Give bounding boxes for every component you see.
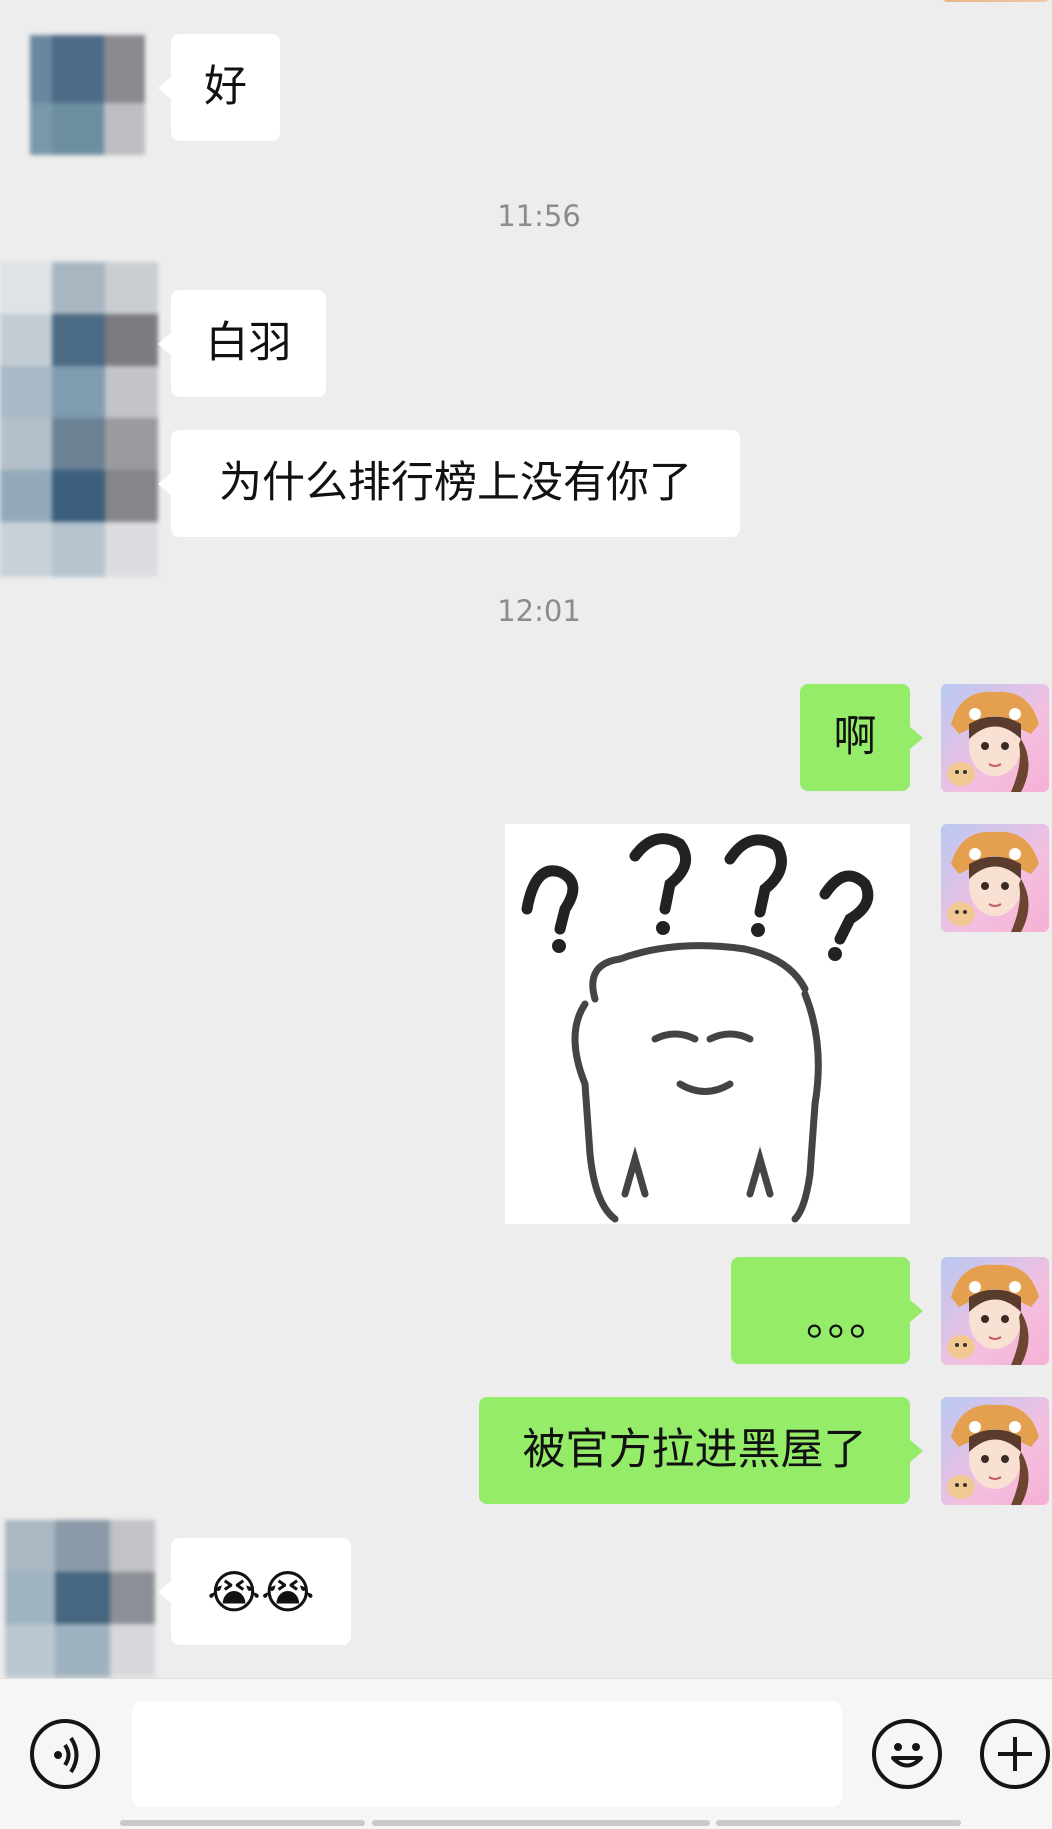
plus-icon-glyph [998,1737,1032,1771]
contact-avatar[interactable] [0,262,158,577]
plus-icon[interactable] [980,1719,1050,1789]
question-marks-bear-sticker[interactable] [505,824,910,1224]
scrollbar-segment [716,1820,961,1826]
emoji-icon-glyph [891,1743,923,1768]
message-text: 被官方拉进黑屋了 [522,1425,867,1475]
chat-timestamp: 11:56 [497,199,581,233]
sent-message-bubble[interactable]: 被官方拉进黑屋了 [479,1397,923,1504]
message-text: 。。。 [806,1296,892,1346]
cut-off-self-avatar [942,0,1050,2]
chat-input-bar [0,1678,1052,1829]
message-text: 好 [204,62,247,112]
sent-message-bubble[interactable]: 啊 [800,684,923,791]
message-text: 白羽 [205,318,292,368]
voice-icon-glyph [54,1736,79,1774]
received-message-bubble[interactable]: 为什么排行榜上没有你了 [158,430,740,537]
self-avatar[interactable] [941,824,1049,932]
message-input[interactable] [132,1701,842,1807]
sent-message-bubble[interactable]: 。。。 [731,1257,923,1364]
chat-timestamp: 12:01 [497,594,581,628]
message-text: 啊 [833,712,877,762]
received-message-bubble[interactable]: 白羽 [158,290,326,397]
self-avatar-illustration [947,831,1039,932]
scrollbar-segment [120,1820,365,1826]
self-avatar-illustration [947,691,1039,792]
message-text: 为什么排行榜上没有你了 [219,458,692,508]
contact-avatar[interactable] [30,35,145,155]
emoji-icon[interactable] [872,1719,942,1789]
sticker-image [521,833,874,1223]
self-avatar-illustration [947,1264,1039,1365]
received-message-bubble[interactable]: 😭😭 [158,1538,351,1645]
voice-icon[interactable] [30,1719,100,1789]
self-avatar-illustration [947,1404,1039,1505]
self-avatar[interactable] [941,684,1049,792]
scrollbar-segment [372,1820,710,1826]
received-message-bubble[interactable]: 好 [158,34,280,141]
message-text: 😭😭 [207,1564,315,1619]
self-avatar[interactable] [941,1257,1049,1365]
self-avatar[interactable] [941,1397,1049,1505]
